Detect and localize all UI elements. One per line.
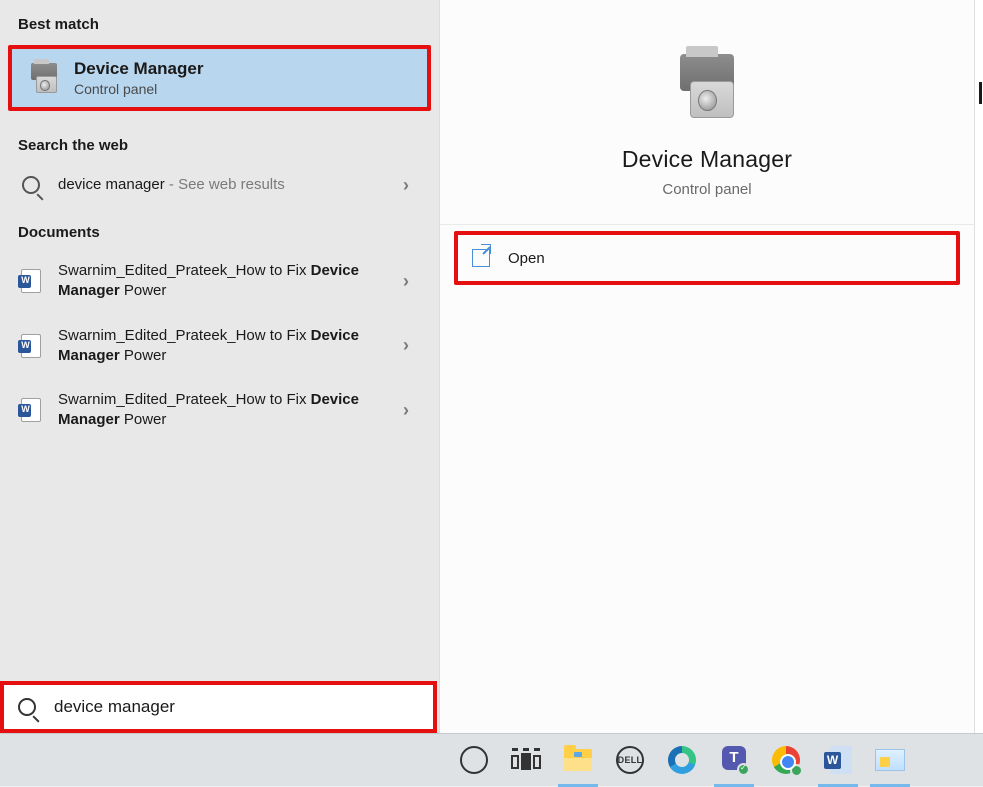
open-label: Open [508, 250, 545, 267]
web-result-suffix: - See web results [165, 176, 285, 193]
file-explorer-button[interactable] [552, 734, 604, 787]
chevron-right-icon: › [403, 335, 421, 356]
document-title: Swarnim_Edited_Prateek_How to Fix Device… [58, 390, 403, 431]
teams-icon: T [720, 746, 748, 774]
word-icon: W [824, 746, 852, 774]
web-search-result[interactable]: device manager - See web results › [0, 162, 439, 208]
file-explorer-icon [564, 749, 592, 771]
section-header-documents: Documents [0, 208, 439, 249]
task-view-icon [512, 748, 540, 772]
chevron-right-icon: › [403, 271, 421, 292]
word-doc-icon [18, 333, 44, 359]
result-detail-pane: Device Manager Control panel Open [440, 0, 974, 733]
detail-title: Device Manager [622, 146, 792, 173]
search-icon [18, 172, 44, 198]
chevron-right-icon: › [403, 400, 421, 421]
word-doc-icon [18, 397, 44, 423]
open-action-highlight: Open [454, 231, 960, 285]
teams-button[interactable]: T [708, 734, 760, 787]
search-results-pane: Best match Device Manager Control panel … [0, 0, 440, 733]
dell-icon: DELL [616, 746, 644, 774]
search-icon [18, 698, 40, 716]
best-match-title: Device Manager [74, 59, 203, 79]
open-icon [470, 247, 492, 269]
chevron-right-icon: › [403, 175, 421, 196]
edge-icon [668, 746, 696, 774]
device-manager-icon [669, 48, 745, 124]
document-title: Swarnim_Edited_Prateek_How to Fix Device… [58, 261, 403, 302]
edge-button[interactable] [656, 734, 708, 787]
snipping-tool-icon [875, 749, 905, 771]
device-manager-icon [26, 60, 62, 96]
task-view-button[interactable] [500, 734, 552, 787]
document-result[interactable]: Swarnim_Edited_Prateek_How to Fix Device… [0, 314, 439, 379]
scrollbar-handle[interactable] [979, 82, 982, 104]
best-match-subtitle: Control panel [74, 81, 203, 97]
chrome-button[interactable] [760, 734, 812, 787]
best-match-result[interactable]: Device Manager Control panel [8, 45, 431, 111]
detail-hero: Device Manager Control panel [440, 0, 974, 225]
section-header-web: Search the web [0, 121, 439, 162]
open-action[interactable]: Open [460, 239, 954, 277]
section-header-best-match: Best match [0, 0, 439, 41]
web-result-query: device manager [58, 176, 165, 193]
snipping-tool-button[interactable] [864, 734, 916, 787]
word-doc-icon [18, 268, 44, 294]
document-result[interactable]: Swarnim_Edited_Prateek_How to Fix Device… [0, 249, 439, 314]
word-button[interactable]: W [812, 734, 864, 787]
detail-subtitle: Control panel [662, 181, 751, 198]
chrome-icon [772, 746, 800, 774]
document-title: Swarnim_Edited_Prateek_How to Fix Device… [58, 326, 403, 367]
web-result-text: device manager - See web results [58, 175, 403, 195]
best-match-text: Device Manager Control panel [74, 59, 203, 97]
taskbar-search-box[interactable] [0, 681, 437, 733]
document-result[interactable]: Swarnim_Edited_Prateek_How to Fix Device… [0, 378, 439, 443]
cortana-button[interactable] [448, 734, 500, 787]
search-input[interactable] [54, 697, 419, 717]
cortana-icon [460, 746, 488, 774]
dell-app-button[interactable]: DELL [604, 734, 656, 787]
taskbar: DELL T W [0, 733, 983, 786]
window-edge [974, 0, 983, 733]
